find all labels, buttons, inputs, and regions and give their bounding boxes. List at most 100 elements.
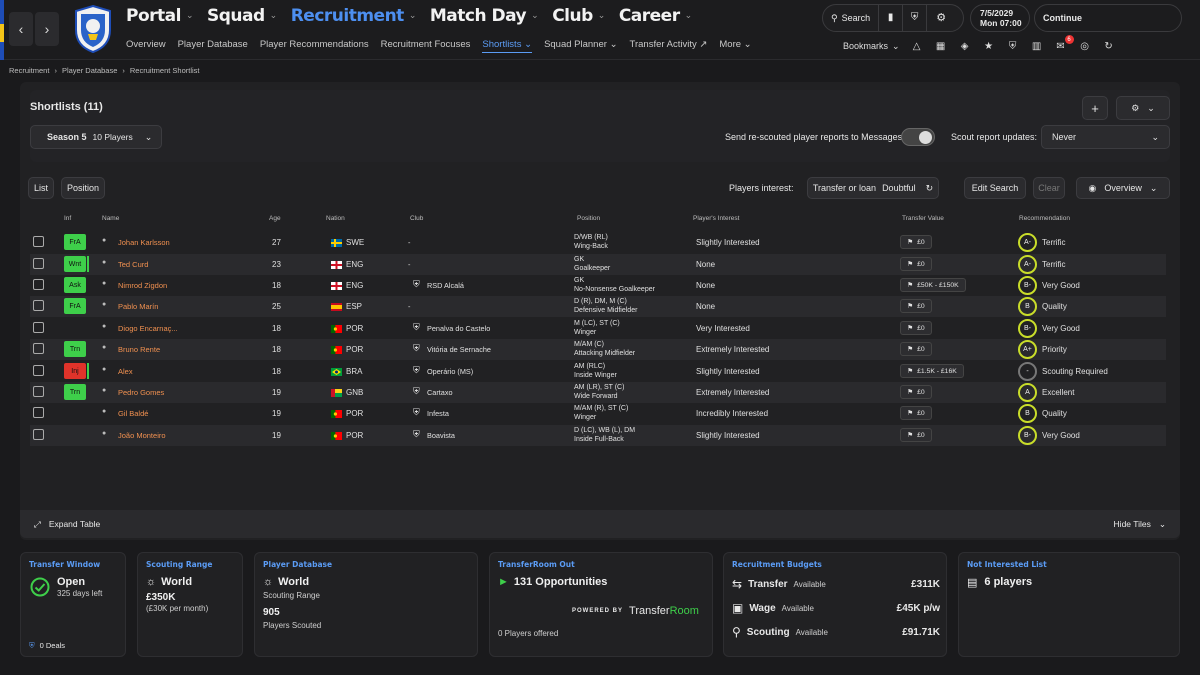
- player-name[interactable]: Nimrod Zigdon: [118, 281, 167, 290]
- nav-recruitment[interactable]: Recruitment ⌄: [291, 6, 417, 26]
- player-nation[interactable]: POR: [346, 345, 363, 354]
- subnav-squad-planner[interactable]: Squad Planner ⌄: [544, 39, 617, 53]
- subnav-player-recommendations[interactable]: Player Recommendations: [260, 39, 369, 53]
- player-club[interactable]: Vitória de Sernache: [427, 345, 491, 354]
- table-row[interactable]: Ask ● Nimrod Zigdon 18 ENG ⛨ RSD Alcalá GK No-No…: [30, 275, 1166, 296]
- player-database-tile[interactable]: Player Database ☼ World Scouting Range 90…: [254, 552, 478, 657]
- table-row[interactable]: FrA ● Pablo Marín 25 ESP - D (R), DM, M (C) Def…: [30, 296, 1166, 317]
- player-club[interactable]: Boavista: [427, 431, 455, 440]
- player-club[interactable]: Penalva do Castelo: [427, 324, 490, 333]
- breadcrumb-player-database[interactable]: Player Database: [62, 66, 117, 75]
- col-interest[interactable]: Player's Interest: [693, 215, 739, 222]
- bookmarks-button[interactable]: Bookmarks ⌄: [843, 41, 900, 52]
- settings-button[interactable]: ⚙: [927, 5, 955, 31]
- club-crest-icon[interactable]: [72, 4, 114, 54]
- shortlist-settings-button[interactable]: ⚙ ⌄: [1116, 96, 1170, 120]
- row-checkbox[interactable]: [33, 258, 44, 269]
- add-shortlist-button[interactable]: +: [1082, 96, 1108, 120]
- back-button[interactable]: ‹: [9, 12, 33, 46]
- col-nation[interactable]: Nation: [326, 215, 345, 222]
- info-badge[interactable]: Wnt: [64, 256, 89, 272]
- player-nation[interactable]: POR: [346, 409, 363, 418]
- player-nation[interactable]: SWE: [346, 238, 364, 247]
- scouting-range-tile[interactable]: Scouting Range ☼ World £350K (£30K per mo…: [137, 552, 243, 657]
- subnav-shortlists[interactable]: Shortlists ⌄: [482, 39, 533, 53]
- player-name[interactable]: Pedro Gomes: [118, 388, 164, 397]
- table-row[interactable]: FrA ● Johan Karlsson 27 SWE - D/WB (RL) Wing-Ba…: [30, 232, 1166, 253]
- player-club[interactable]: RSD Alcalá: [427, 281, 464, 290]
- table-row[interactable]: Trn ● Pedro Gomes 19 GNB ⛨ Cartaxo AM (LR), ST …: [30, 382, 1166, 403]
- player-nation[interactable]: ENG: [346, 281, 363, 290]
- info-badge[interactable]: Ask: [64, 277, 86, 293]
- col-club[interactable]: Club: [410, 215, 423, 222]
- subnav-player-database[interactable]: Player Database: [178, 39, 248, 53]
- info-badge[interactable]: FrA: [64, 298, 86, 314]
- view-select[interactable]: ◉ Overview ⌄: [1076, 177, 1170, 199]
- row-checkbox[interactable]: [33, 322, 44, 333]
- contract-icon[interactable]: ▦: [934, 40, 948, 52]
- row-checkbox[interactable]: [33, 365, 44, 376]
- table-row[interactable]: ● Gil Baldé 19 POR ⛨ Infesta M/AM (R), ST (C) W…: [30, 403, 1166, 424]
- player-nation[interactable]: ESP: [346, 302, 362, 311]
- col-transfer-value[interactable]: Transfer Value: [902, 215, 944, 222]
- expand-table-button[interactable]: ⤢ Expand Table: [34, 519, 100, 530]
- nav-squad[interactable]: Squad ⌄: [207, 6, 277, 26]
- col-recommendation[interactable]: Recommendation: [1019, 215, 1070, 222]
- info-badge[interactable]: Trn: [64, 341, 86, 357]
- table-row[interactable]: Inj ● Alex 18 BRA ⛨ Operário (MS) AM (RLC) Insid…: [30, 361, 1166, 382]
- transferroom-tile[interactable]: TransferRoom Out ► 131 Opportunities POWE…: [489, 552, 713, 657]
- refresh-icon[interactable]: ↻: [1102, 40, 1116, 52]
- player-club[interactable]: Operário (MS): [427, 367, 473, 376]
- player-club[interactable]: Infesta: [427, 409, 449, 418]
- subnav-transfer-activity[interactable]: Transfer Activity ↗: [630, 39, 708, 53]
- table-row[interactable]: ● Diogo Encarnaç... 18 POR ⛨ Penalva do Caste…: [30, 318, 1166, 339]
- edit-search-button[interactable]: Edit Search: [964, 177, 1026, 199]
- club-switch-button[interactable]: ⛨: [903, 5, 928, 31]
- col-position[interactable]: Position: [577, 215, 600, 222]
- player-name[interactable]: Alex: [118, 367, 133, 376]
- table-row[interactable]: Trn ● Bruno Rente 18 POR ⛨ Vitória de Sernache…: [30, 339, 1166, 360]
- bookmark-button[interactable]: ▮: [879, 5, 904, 31]
- info-badge[interactable]: Inj: [64, 363, 89, 379]
- send-reports-toggle[interactable]: [901, 128, 935, 146]
- trophy-icon[interactable]: ★: [982, 40, 996, 52]
- player-name[interactable]: Gil Baldé: [118, 409, 148, 418]
- player-nation[interactable]: POR: [346, 324, 363, 333]
- search-button[interactable]: ⚲ Search: [823, 5, 880, 31]
- nav-portal[interactable]: Portal ⌄: [126, 6, 194, 26]
- player-name[interactable]: Bruno Rente: [118, 345, 160, 354]
- col-age[interactable]: Age: [269, 215, 281, 222]
- position-view-button[interactable]: Position: [61, 177, 105, 199]
- nav-career[interactable]: Career ⌄: [619, 6, 692, 26]
- breadcrumb-recruitment[interactable]: Recruitment: [9, 66, 49, 75]
- info-badge[interactable]: Trn: [64, 384, 86, 400]
- calendar-icon[interactable]: ▥: [1030, 40, 1044, 52]
- subnav-more[interactable]: More ⌄: [719, 39, 751, 53]
- player-nation[interactable]: GNB: [346, 388, 363, 397]
- forward-button[interactable]: ›: [35, 12, 59, 46]
- tactics-icon[interactable]: ◈: [958, 40, 972, 52]
- table-row[interactable]: ● João Monteiro 19 POR ⛨ Boavista D (LC), WB (…: [30, 425, 1166, 446]
- season-dropdown[interactable]: Season 5 10 Players ⌄: [30, 125, 162, 149]
- col-inf[interactable]: Inf: [64, 215, 71, 222]
- player-name[interactable]: Pablo Marín: [118, 302, 158, 311]
- shirt-icon[interactable]: △: [910, 40, 924, 52]
- subnav-overview[interactable]: Overview: [126, 39, 166, 53]
- hide-tiles-button[interactable]: Hide Tiles ⌄: [1114, 519, 1166, 530]
- subnav-recruitment-focuses[interactable]: Recruitment Focuses: [381, 39, 471, 53]
- scout-updates-select[interactable]: Never ⌄: [1041, 125, 1170, 149]
- date-display[interactable]: 7/5/2029 Mon 07:00: [970, 4, 1030, 32]
- row-checkbox[interactable]: [33, 386, 44, 397]
- col-name[interactable]: Name: [102, 215, 119, 222]
- target-icon[interactable]: ◎: [1078, 40, 1092, 52]
- player-name[interactable]: Johan Karlsson: [118, 238, 170, 247]
- not-interested-tile[interactable]: Not Interested List ▤ 6 players: [958, 552, 1180, 657]
- list-view-button[interactable]: List: [28, 177, 54, 199]
- player-nation[interactable]: BRA: [346, 367, 362, 376]
- table-row[interactable]: Wnt ● Ted Curd 23 ENG - GK Goalkeeper None ⚑ £0 A- T…: [30, 254, 1166, 275]
- clear-button[interactable]: Clear: [1033, 177, 1065, 199]
- row-checkbox[interactable]: [33, 429, 44, 440]
- row-checkbox[interactable]: [33, 279, 44, 290]
- row-checkbox[interactable]: [33, 236, 44, 247]
- info-badge[interactable]: FrA: [64, 234, 86, 250]
